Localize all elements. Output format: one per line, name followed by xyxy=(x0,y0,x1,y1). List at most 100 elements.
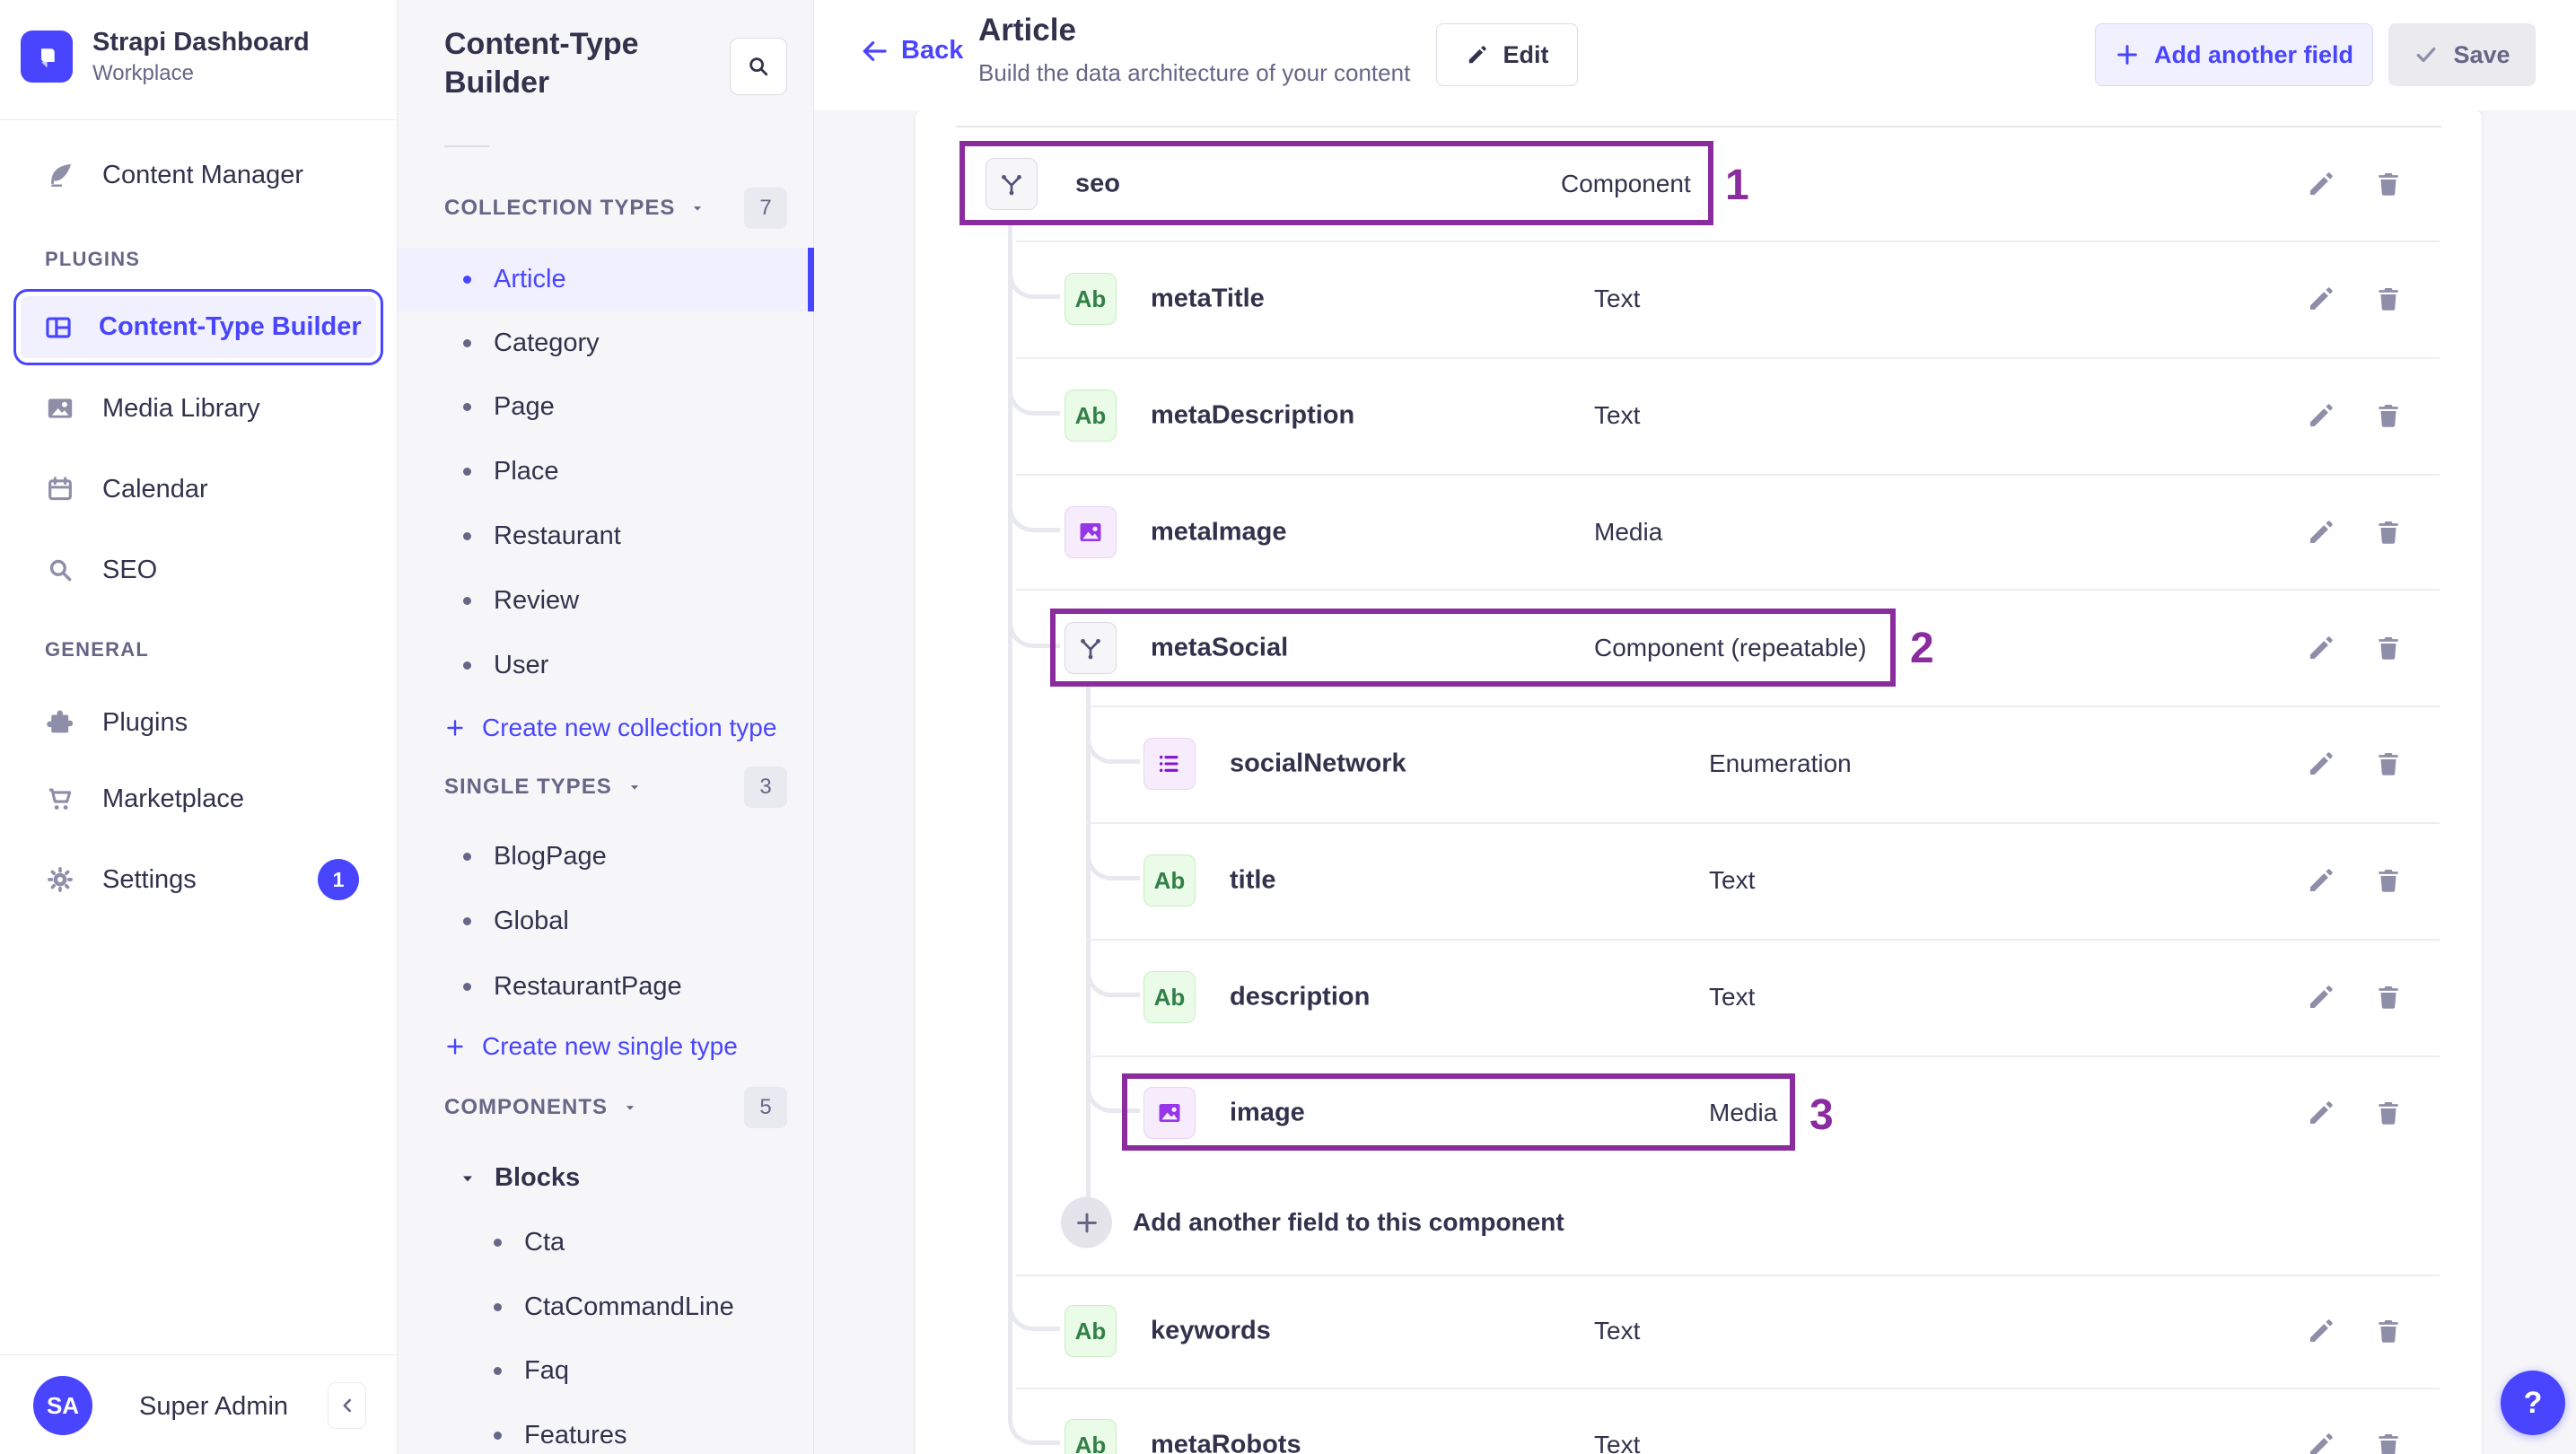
field-name: title xyxy=(1230,865,1276,895)
sidebar-item-content-type-builder[interactable]: Content-Type Builder xyxy=(13,289,383,365)
field-row-metatitle: Ab metaTitle Text xyxy=(916,241,2482,357)
sidebar-item-label: Content-Type Builder xyxy=(99,312,362,341)
annotation-number-2: 2 xyxy=(1910,625,1934,672)
strapi-logo-icon xyxy=(21,31,73,83)
sidebar-item-seo[interactable]: SEO xyxy=(0,530,398,610)
edit-field-button[interactable] xyxy=(2306,400,2336,431)
avatar[interactable]: SA xyxy=(33,1376,92,1435)
sidebar-item-faq[interactable]: Faq xyxy=(398,1339,814,1403)
text-field-icon: Ab xyxy=(1143,971,1196,1023)
sidebar-item-page[interactable]: Page xyxy=(398,375,814,439)
sidebar-item-restaurantpage[interactable]: RestaurantPage xyxy=(398,955,814,1019)
plus-icon xyxy=(2117,45,2137,65)
single-types-header[interactable]: SINGLE TYPES xyxy=(444,765,643,810)
bullet-icon xyxy=(494,1239,502,1247)
delete-field-button[interactable] xyxy=(2373,517,2404,547)
create-collection-type-link[interactable]: Create new collection type xyxy=(444,696,776,759)
gear-icon xyxy=(48,867,73,892)
sidebar-item-cta[interactable]: Cta xyxy=(398,1211,814,1274)
media-field-icon xyxy=(1143,1087,1196,1139)
field-name: metaDescription xyxy=(1151,400,1355,430)
sidebar-item-settings[interactable]: Settings 1 xyxy=(0,839,398,920)
edit-field-button[interactable] xyxy=(2306,284,2336,314)
delete-field-button[interactable] xyxy=(2373,1430,2404,1454)
calendar-icon xyxy=(48,477,72,501)
edit-field-button[interactable] xyxy=(2306,169,2336,199)
delete-field-button[interactable] xyxy=(2373,284,2404,314)
help-button[interactable]: ? xyxy=(2501,1371,2565,1435)
search-icon xyxy=(49,559,72,582)
sidebar-item-place[interactable]: Place xyxy=(398,440,814,504)
sidebar-item-content-manager[interactable]: Content Manager xyxy=(0,135,398,215)
edit-field-button[interactable] xyxy=(2306,749,2336,779)
pencil-icon xyxy=(1468,46,1486,64)
back-link[interactable]: Back xyxy=(860,36,963,66)
edit-field-button[interactable] xyxy=(2306,865,2336,896)
sidebar-item-label: Content Manager xyxy=(102,160,304,189)
sidebar-item-media-library[interactable]: Media Library xyxy=(0,368,398,449)
delete-field-button[interactable] xyxy=(2373,749,2404,779)
field-type: Text xyxy=(1709,866,1756,894)
edit-field-button[interactable] xyxy=(2306,1430,2336,1454)
chevron-down-icon xyxy=(463,1176,472,1181)
edit-field-button[interactable] xyxy=(2306,982,2336,1012)
add-another-field-button[interactable]: Add another field xyxy=(2095,23,2373,86)
sidebar-item-global[interactable]: Global xyxy=(398,889,814,953)
delete-field-button[interactable] xyxy=(2373,1098,2404,1128)
sidebar-item-user[interactable]: User xyxy=(398,634,814,697)
collection-types-header[interactable]: COLLECTION TYPES xyxy=(444,186,705,231)
sidebar-item-blogpage[interactable]: BlogPage xyxy=(398,825,814,889)
field-type: Media xyxy=(1709,1099,1778,1126)
bullet-icon xyxy=(494,1432,502,1440)
field-name: metaRobots xyxy=(1151,1430,1301,1454)
sidebar-item-restaurant[interactable]: Restaurant xyxy=(398,504,814,568)
save-button[interactable]: Save xyxy=(2388,23,2536,86)
workspace-switcher[interactable]: Strapi Dashboard Workplace xyxy=(21,27,310,86)
field-name: metaImage xyxy=(1151,517,1287,547)
field-type: Enumeration xyxy=(1709,749,1852,777)
sidebar-item-label: SEO xyxy=(102,555,158,584)
bullet-icon xyxy=(463,339,471,347)
pen-icon xyxy=(51,163,72,188)
delete-field-button[interactable] xyxy=(2373,982,2404,1012)
divider xyxy=(444,145,489,147)
sidebar-item-article[interactable]: Article xyxy=(398,248,814,311)
annotation-number-3: 3 xyxy=(1809,1091,1834,1139)
sidebar-item-calendar[interactable]: Calendar xyxy=(0,449,398,530)
bullet-icon xyxy=(494,1367,502,1375)
delete-field-button[interactable] xyxy=(2373,633,2404,663)
collapse-sidebar-button[interactable] xyxy=(328,1382,366,1429)
delete-field-button[interactable] xyxy=(2373,1316,2404,1346)
sidebar-item-features[interactable]: Features xyxy=(398,1404,814,1454)
sidebar-item-plugins[interactable]: Plugins xyxy=(0,682,398,763)
delete-field-button[interactable] xyxy=(2373,400,2404,431)
edit-field-button[interactable] xyxy=(2306,633,2336,663)
collection-types-count: 7 xyxy=(744,188,787,229)
sidebar-item-review[interactable]: Review xyxy=(398,569,814,633)
edit-field-button[interactable] xyxy=(2306,1316,2336,1346)
field-name: image xyxy=(1230,1098,1305,1127)
edit-field-button[interactable] xyxy=(2306,517,2336,547)
bullet-icon xyxy=(463,983,471,991)
add-component-field-button[interactable]: Add another field to this component xyxy=(916,1164,2482,1281)
field-name: socialNetwork xyxy=(1230,749,1406,778)
plugins-section-header: PLUGINS xyxy=(45,248,141,270)
field-type: Text xyxy=(1594,1431,1641,1454)
plus-circle-icon[interactable] xyxy=(1061,1196,1112,1248)
delete-field-button[interactable] xyxy=(2373,169,2404,199)
component-group-blocks[interactable]: Blocks xyxy=(398,1146,814,1210)
sidebar-item-ctacommandline[interactable]: CtaCommandLine xyxy=(398,1275,814,1339)
app-title: Strapi Dashboard xyxy=(92,28,310,57)
delete-field-button[interactable] xyxy=(2373,865,2404,896)
grid-icon xyxy=(46,317,71,337)
create-single-type-link[interactable]: Create new single type xyxy=(444,1015,738,1078)
field-type: Component xyxy=(1561,170,1691,197)
field-row-keywords: Ab keywords Text xyxy=(916,1273,2482,1389)
sidebar-item-category[interactable]: Category xyxy=(398,311,814,375)
search-button[interactable] xyxy=(730,38,787,95)
field-type: Text xyxy=(1594,285,1641,312)
sidebar-item-marketplace[interactable]: Marketplace xyxy=(0,758,398,839)
edit-button[interactable]: Edit xyxy=(1436,23,1578,86)
components-header[interactable]: COMPONENTS xyxy=(444,1085,638,1130)
edit-field-button[interactable] xyxy=(2306,1098,2336,1128)
